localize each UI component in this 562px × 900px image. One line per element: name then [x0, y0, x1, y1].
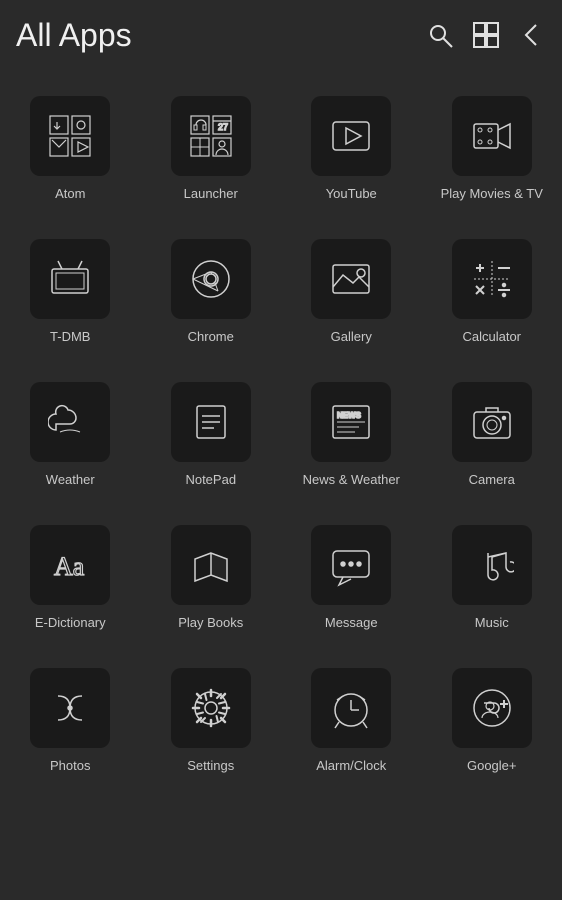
photos-icon-bg: [30, 668, 110, 748]
chrome-label: Chrome: [188, 329, 234, 346]
google-plus-label: Google+: [467, 758, 517, 775]
youtube-icon-bg: [311, 96, 391, 176]
camera-icon-bg: [452, 382, 532, 462]
app-camera[interactable]: Camera: [422, 366, 562, 509]
app-news-weather[interactable]: NEWS News & Weather: [281, 366, 422, 509]
page-title: All Apps: [16, 17, 426, 54]
music-icon-bg: [452, 525, 532, 605]
atom-icon: [30, 96, 110, 176]
app-play-movies[interactable]: Play Movies & TV: [422, 80, 562, 223]
app-photos[interactable]: Photos: [0, 652, 141, 795]
weather-icon-bg: [30, 382, 110, 462]
photos-label: Photos: [50, 758, 90, 775]
gallery-label: Gallery: [331, 329, 372, 346]
app-calculator[interactable]: Calculator: [422, 223, 562, 366]
play-movies-icon-bg: [452, 96, 532, 176]
apps-grid: Atom 27 La: [0, 70, 562, 804]
play-books-label: Play Books: [178, 615, 243, 632]
app-edictionary[interactable]: Aa E-Dictionary: [0, 509, 141, 652]
atom-label: Atom: [55, 186, 85, 203]
app-weather[interactable]: Weather: [0, 366, 141, 509]
app-play-books[interactable]: Play Books: [141, 509, 282, 652]
header-actions: [426, 21, 546, 49]
app-header: All Apps: [0, 0, 562, 70]
edictionary-icon-bg: Aa: [30, 525, 110, 605]
svg-text:NEWS: NEWS: [337, 411, 362, 420]
gallery-icon-bg: [311, 239, 391, 319]
message-label: Message: [325, 615, 378, 632]
app-youtube[interactable]: YouTube: [281, 80, 422, 223]
news-weather-icon-bg: NEWS: [311, 382, 391, 462]
app-music[interactable]: Music: [422, 509, 562, 652]
notepad-label: NotePad: [185, 472, 236, 489]
notepad-icon-bg: [171, 382, 251, 462]
app-google-plus[interactable]: Google+: [422, 652, 562, 795]
svg-text:Aa: Aa: [54, 552, 85, 581]
app-message[interactable]: Message: [281, 509, 422, 652]
youtube-label: YouTube: [326, 186, 377, 203]
back-icon[interactable]: [518, 21, 546, 49]
settings-label: Settings: [187, 758, 234, 775]
chrome-icon-bg: [171, 239, 251, 319]
search-icon[interactable]: [426, 21, 454, 49]
alarm-clock-label: Alarm/Clock: [316, 758, 386, 775]
tdmb-icon-bg: [30, 239, 110, 319]
news-weather-label: News & Weather: [303, 472, 400, 489]
app-notepad[interactable]: NotePad: [141, 366, 282, 509]
play-books-icon-bg: [171, 525, 251, 605]
music-label: Music: [475, 615, 509, 632]
app-tdmb[interactable]: T-DMB: [0, 223, 141, 366]
launcher-icon-bg: 27: [171, 96, 251, 176]
svg-text:27: 27: [218, 122, 228, 132]
grid-icon[interactable]: [472, 21, 500, 49]
app-settings[interactable]: Settings: [141, 652, 282, 795]
message-icon-bg: [311, 525, 391, 605]
app-launcher[interactable]: 27 Launcher: [141, 80, 282, 223]
play-movies-label: Play Movies & TV: [441, 186, 543, 203]
settings-icon-bg: [171, 668, 251, 748]
launcher-label: Launcher: [184, 186, 238, 203]
app-atom[interactable]: Atom: [0, 80, 141, 223]
camera-label: Camera: [469, 472, 515, 489]
calculator-icon-bg: [452, 239, 532, 319]
app-gallery[interactable]: Gallery: [281, 223, 422, 366]
edictionary-label: E-Dictionary: [35, 615, 106, 632]
weather-label: Weather: [46, 472, 95, 489]
tdmb-label: T-DMB: [50, 329, 90, 346]
app-chrome[interactable]: Chrome: [141, 223, 282, 366]
app-alarm-clock[interactable]: Alarm/Clock: [281, 652, 422, 795]
google-plus-icon-bg: [452, 668, 532, 748]
alarm-clock-icon-bg: [311, 668, 391, 748]
calculator-label: Calculator: [462, 329, 521, 346]
